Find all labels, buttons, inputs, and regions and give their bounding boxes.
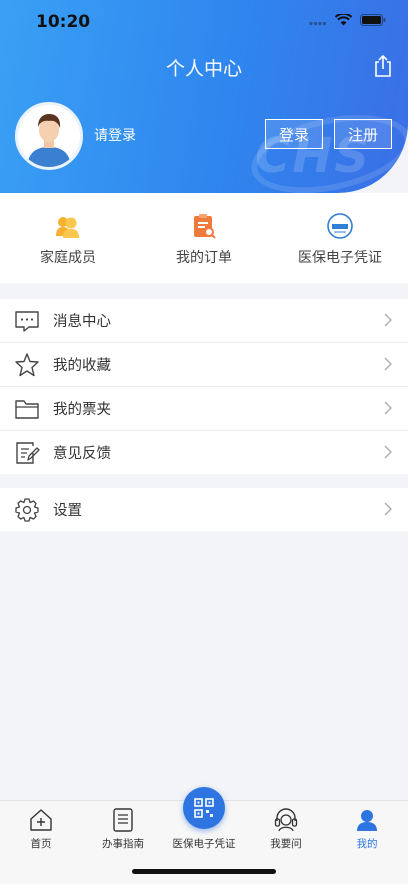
register-button[interactable]: 注册	[334, 119, 392, 149]
quick-label: 医保电子凭证	[298, 250, 382, 266]
home-indicator	[132, 869, 276, 874]
login-button[interactable]: 登录	[265, 119, 323, 149]
family-members-icon	[56, 217, 79, 238]
chevron-right-icon	[384, 357, 392, 371]
tab-guide[interactable]: 办事指南	[82, 807, 164, 851]
tab-label-active: 我的	[356, 838, 378, 850]
menu-label: 设置	[53, 503, 82, 519]
orders-icon	[194, 214, 216, 239]
quick-chs-voucher[interactable]: 医保电子凭证	[272, 193, 408, 283]
profile-icon	[357, 810, 377, 831]
menu-item-ticket-folder[interactable]: 我的票夹	[0, 387, 408, 431]
chevron-right-icon	[384, 401, 392, 415]
home-icon	[30, 809, 52, 831]
avatar[interactable]	[15, 102, 83, 170]
menu-label: 消息中心	[53, 314, 111, 330]
battery-icon	[360, 14, 386, 26]
menu-item-feedback[interactable]: 意见反馈	[0, 431, 408, 474]
menu-label: 意见反馈	[53, 446, 111, 462]
star-icon	[15, 352, 39, 376]
menu-group-settings: 设置	[0, 488, 408, 531]
tab-mine[interactable]: 我的	[326, 807, 408, 851]
menu-item-settings[interactable]: 设置	[0, 488, 408, 531]
menu-group-main: 消息中心 我的收藏 我的票夹 意见反馈	[0, 299, 408, 474]
quick-my-orders[interactable]: 我的订单	[136, 193, 272, 283]
guide-icon	[113, 808, 133, 832]
customer-service-icon	[274, 808, 298, 832]
tab-label: 我要问	[270, 838, 302, 850]
status-icons	[309, 14, 386, 26]
wifi-icon	[335, 14, 352, 26]
quick-label: 我的订单	[176, 250, 232, 266]
tab-label: 医保电子凭证	[172, 838, 236, 850]
status-time: 10:20	[36, 12, 91, 32]
quick-label: 家庭成员	[40, 250, 96, 266]
quick-family-members[interactable]: 家庭成员	[0, 193, 136, 283]
quick-actions: 家庭成员 我的订单 医保电子凭证	[0, 193, 408, 283]
tab-ask[interactable]: 我要问	[245, 807, 327, 851]
tab-label: 首页	[30, 838, 52, 850]
chevron-right-icon	[384, 313, 392, 327]
qr-voucher-button[interactable]	[183, 787, 225, 829]
qr-code-icon	[194, 798, 214, 818]
chevron-right-icon	[384, 445, 392, 459]
page-title: 个人中心	[165, 58, 242, 80]
chevron-right-icon	[384, 502, 392, 516]
folder-icon	[15, 399, 39, 419]
menu-label: 我的票夹	[53, 402, 111, 418]
menu-item-favorites[interactable]: 我的收藏	[0, 343, 408, 387]
feedback-icon	[16, 441, 40, 464]
share-icon[interactable]	[372, 54, 394, 78]
gear-icon	[15, 497, 39, 522]
signal-icon	[309, 21, 327, 25]
menu-label: 我的收藏	[53, 358, 111, 374]
message-icon	[15, 310, 39, 332]
default-avatar-icon	[18, 105, 80, 167]
chs-logo-icon	[327, 213, 353, 239]
menu-item-messages[interactable]: 消息中心	[0, 299, 408, 343]
tab-label: 办事指南	[102, 838, 144, 850]
tab-home[interactable]: 首页	[0, 807, 82, 851]
login-prompt[interactable]: 请登录	[94, 125, 136, 145]
